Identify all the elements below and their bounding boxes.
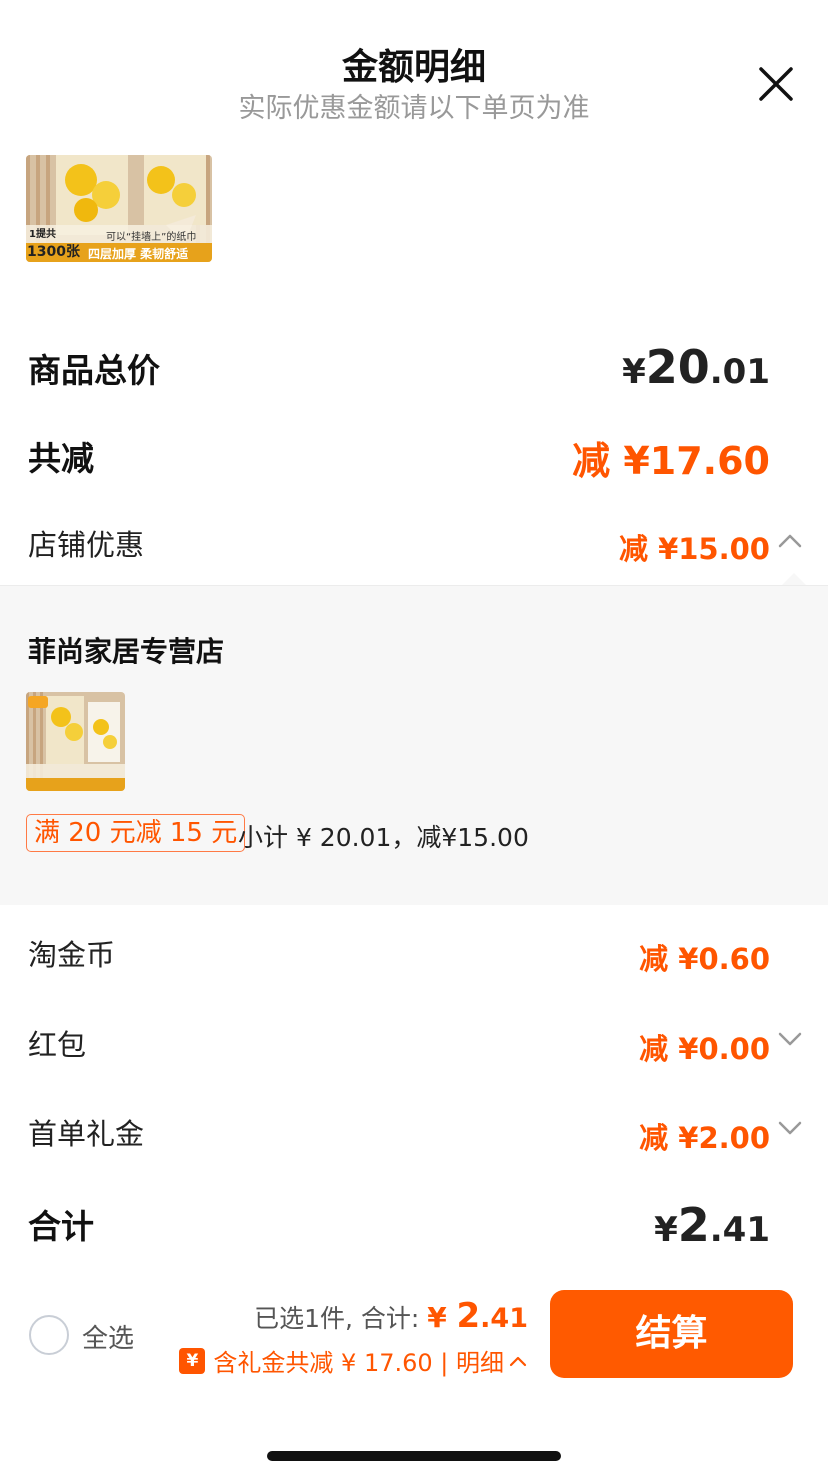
chevron-up-icon[interactable] bbox=[776, 528, 804, 556]
shop-name: 菲尚家居专营店 bbox=[28, 635, 225, 668]
selected-count-text: 已选1件, 合计: bbox=[254, 1304, 420, 1333]
home-indicator[interactable] bbox=[267, 1451, 561, 1461]
price-decimal: .41 bbox=[709, 1210, 770, 1250]
page-title: 金额明细 bbox=[341, 47, 486, 88]
first-order-gift-value: 减 ¥2.00 bbox=[639, 1121, 770, 1155]
price-decimal: .41 bbox=[480, 1303, 528, 1334]
modal-header: 金额明细 实际优惠金额请以下单页为准 bbox=[0, 0, 828, 140]
total-discount-label: 共减 bbox=[28, 439, 94, 478]
order-total-amount: ¥ 2.41 bbox=[427, 1296, 528, 1336]
red-packet-value: 减 ¥0.00 bbox=[639, 1032, 770, 1066]
chevron-up-icon bbox=[509, 1356, 527, 1366]
price-integer: 2 bbox=[677, 1198, 710, 1252]
product-image: 1提共 1300张 可以“挂墙上”的纸巾 四层加厚 柔韧舒适 bbox=[26, 155, 212, 262]
checkout-button[interactable]: 结算 bbox=[550, 1290, 793, 1378]
coins-value: 减 ¥0.60 bbox=[639, 942, 770, 976]
shop-discount-value: 减 ¥15.00 bbox=[618, 532, 770, 566]
total-price-value: ¥20.01 bbox=[622, 340, 770, 394]
product-tagline: 四层加厚 柔韧舒适 bbox=[88, 247, 189, 261]
shop-product-image bbox=[26, 692, 125, 791]
shop-discount-label: 店铺优惠 bbox=[28, 528, 145, 562]
coins-label: 淘金币 bbox=[28, 938, 116, 972]
currency-symbol: ¥ bbox=[654, 1210, 678, 1250]
sum-value: ¥2.41 bbox=[654, 1198, 770, 1252]
page-subtitle: 实际优惠金额请以下单页为准 bbox=[238, 93, 590, 124]
total-price-label: 商品总价 bbox=[28, 351, 160, 390]
select-all-radio[interactable] bbox=[29, 1315, 69, 1355]
currency-symbol: ¥ bbox=[427, 1301, 457, 1334]
panel-pointer bbox=[782, 573, 806, 585]
promo-tag: 满 20 元减 15 元 bbox=[26, 814, 246, 852]
gift-discount-detail-link[interactable]: ¥ 含礼金共减 ¥ 17.60 | 明细 bbox=[179, 1343, 528, 1378]
first-order-gift-row[interactable]: 首单礼金 减 ¥2.00 bbox=[0, 1111, 828, 1155]
red-packet-row[interactable]: 红包 减 ¥0.00 bbox=[0, 1022, 828, 1066]
red-packet-label: 红包 bbox=[28, 1028, 87, 1062]
product-count-label: 1提共 bbox=[29, 229, 56, 240]
total-discount-value: 减 ¥17.60 bbox=[572, 439, 770, 483]
gift-coupon-icon: ¥ bbox=[179, 1347, 206, 1374]
price-integer: 20 bbox=[645, 340, 710, 394]
promo-subtotal-text: 小计 ¥ 20.01，减¥15.00 bbox=[238, 823, 529, 852]
sum-label: 合计 bbox=[28, 1207, 94, 1246]
close-icon bbox=[759, 67, 793, 101]
order-summary: 已选1件, 合计: ¥ 2.41 bbox=[254, 1296, 528, 1336]
product-count-value: 1300张 bbox=[27, 244, 80, 260]
select-all-label[interactable]: 全选 bbox=[82, 1318, 134, 1355]
shop-discount-row[interactable]: 店铺优惠 减 ¥15.00 bbox=[0, 522, 828, 566]
first-order-gift-label: 首单礼金 bbox=[28, 1117, 145, 1151]
price-decimal: .01 bbox=[709, 352, 770, 392]
chevron-down-icon[interactable] bbox=[776, 1113, 804, 1141]
price-integer: 2 bbox=[456, 1296, 481, 1336]
chevron-down-icon[interactable] bbox=[776, 1024, 804, 1052]
product-caption: 可以“挂墙上”的纸巾 bbox=[106, 232, 197, 243]
close-button[interactable] bbox=[756, 64, 796, 104]
currency-symbol: ¥ bbox=[622, 352, 646, 392]
gift-discount-text: 含礼金共减 ¥ 17.60 | 明细 bbox=[213, 1349, 504, 1377]
